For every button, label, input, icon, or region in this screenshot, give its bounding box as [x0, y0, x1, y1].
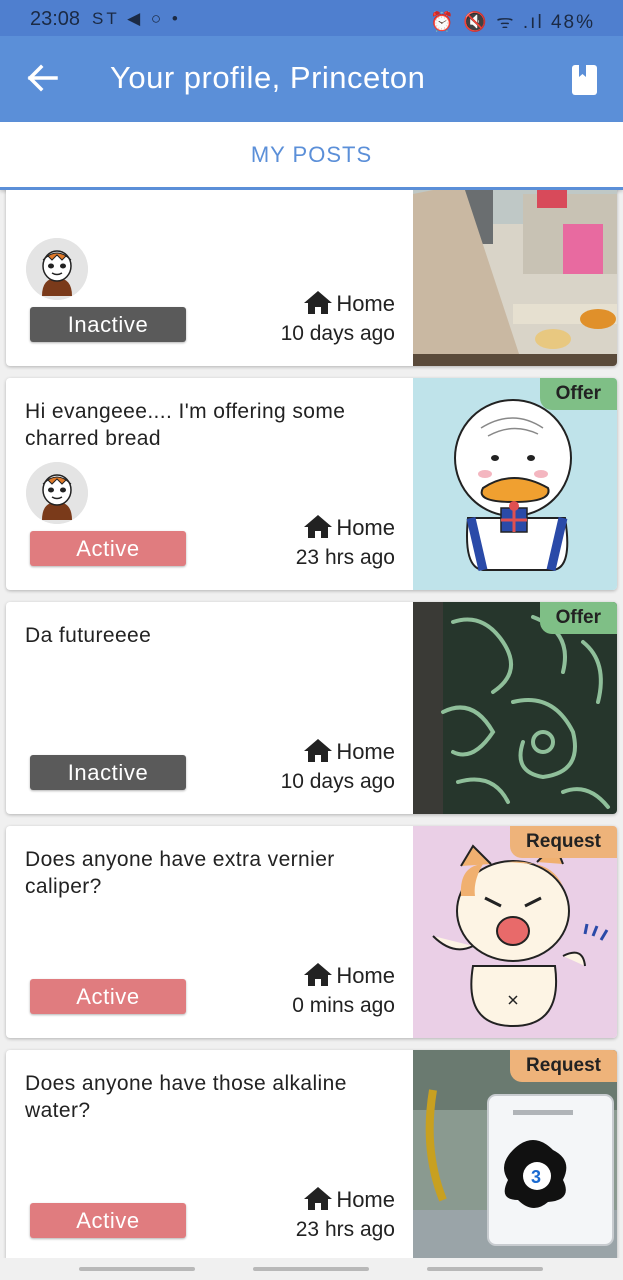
notification-icons: ST ◀ ○ •	[92, 9, 181, 28]
home-icon	[304, 739, 333, 762]
home-icon	[304, 963, 333, 986]
post-message: Does anyone have those alkaline water?	[25, 1072, 347, 1122]
post-message: Da futureeee	[25, 624, 152, 647]
post-image: 3 Request	[413, 1050, 617, 1258]
status-badge: Inactive	[30, 755, 186, 790]
post-location: Home	[303, 290, 395, 320]
location-label: Home	[336, 1187, 395, 1212]
tab-bar: MY POSTS	[0, 122, 623, 190]
status-time: 23:08	[30, 8, 81, 30]
location-label: Home	[336, 739, 395, 764]
bookmark-button[interactable]	[566, 60, 602, 100]
post-message: Hi evangeee.... I'm offering some charre…	[25, 400, 346, 450]
post-type-tag: Offer	[539, 378, 617, 410]
post-card[interactable]: Does anyone have extra vernier caliper? …	[6, 826, 617, 1038]
system-nav-bar	[0, 1258, 623, 1280]
location-label: Home	[336, 291, 395, 316]
post-image: Request	[413, 826, 617, 1038]
home-icon	[304, 515, 333, 538]
nav-back-button[interactable]	[427, 1267, 543, 1271]
post-time: 23 hrs ago	[295, 546, 395, 569]
bookmark-icon	[572, 65, 597, 95]
post-type-tag: Request	[510, 1050, 617, 1082]
status-badge: Active	[30, 531, 186, 566]
page-title: Your profile, Princeton	[110, 60, 426, 95]
post-time: 10 days ago	[280, 770, 395, 793]
post-time: 23 hrs ago	[295, 1218, 395, 1241]
post-message: Does anyone have extra vernier caliper?	[25, 848, 335, 898]
status-badge: Active	[30, 979, 186, 1014]
post-time: 10 days ago	[280, 322, 395, 345]
location-label: Home	[336, 515, 395, 540]
avatar	[26, 238, 88, 300]
post-card[interactable]: Does anyone have those alkaline water? A…	[6, 1050, 617, 1258]
post-location: Home	[303, 514, 395, 544]
post-card[interactable]: Da futureeee Inactive Home 10 days ago O…	[6, 602, 617, 814]
post-image: Offer	[413, 602, 617, 814]
post-type-tag: Request	[510, 826, 617, 858]
post-type-tag: Offer	[539, 602, 617, 634]
nav-home-button[interactable]	[253, 1267, 369, 1271]
post-card[interactable]: Hi evangeee.... I'm offering some charre…	[6, 378, 617, 590]
location-label: Home	[336, 963, 395, 988]
post-location: Home	[303, 738, 395, 768]
app-bar: Your profile, Princeton	[0, 36, 623, 122]
post-card[interactable]: Inactive Home 10 days ago	[6, 190, 617, 366]
post-time: 0 mins ago	[292, 994, 395, 1017]
back-button[interactable]	[24, 56, 64, 100]
status-bar: 23:08 ST ◀ ○ • ⏰ 🔇 ᯤ .ıl 48%	[0, 0, 623, 36]
post-location: Home	[303, 1186, 395, 1216]
status-badge: Active	[30, 1203, 186, 1238]
status-badge: Inactive	[30, 307, 186, 342]
avatar	[26, 462, 88, 524]
nav-recents-button[interactable]	[79, 1267, 195, 1271]
post-image	[413, 190, 617, 366]
arrow-left-icon	[27, 64, 58, 92]
post-list[interactable]: Inactive Home 10 days ago Hi evangeee...…	[0, 190, 623, 1258]
post-image: Offer	[413, 378, 617, 590]
svg-text:3: 3	[531, 1167, 541, 1187]
home-icon	[304, 291, 333, 314]
system-indicators: ⏰ 🔇 ᯤ .ıl 48%	[430, 12, 595, 33]
home-icon	[304, 1187, 333, 1210]
tab-my-posts[interactable]: MY POSTS	[0, 122, 623, 188]
post-location: Home	[303, 962, 395, 992]
